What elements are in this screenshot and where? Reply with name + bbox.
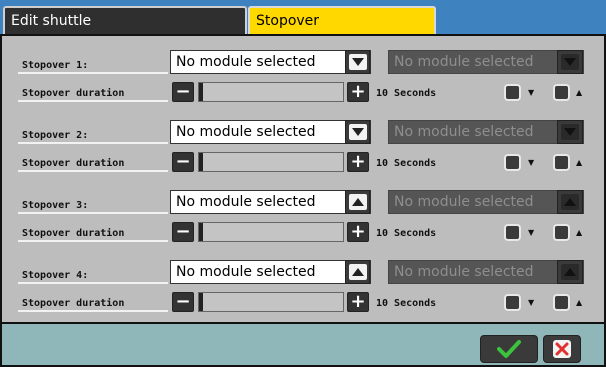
minus-button[interactable]: −	[172, 292, 194, 312]
cancel-button[interactable]	[543, 335, 581, 363]
ok-button[interactable]	[480, 335, 538, 363]
stopover-duration-label: Stopover duration	[18, 88, 168, 102]
module-select-secondary: No module selected	[388, 120, 584, 144]
chevron-down-icon	[557, 120, 583, 144]
plus-button[interactable]: +	[347, 82, 369, 102]
duration-slider[interactable]	[198, 292, 344, 312]
tab-stopover[interactable]: Stopover	[248, 6, 436, 34]
stopover-label: Stopover 4:	[18, 270, 168, 284]
close-icon	[553, 340, 571, 358]
arrow-down-icon: ▼	[528, 298, 535, 307]
checkbox-up[interactable]	[553, 294, 570, 311]
arrow-up-icon: ▲	[576, 88, 583, 97]
slider-thumb[interactable]	[199, 223, 203, 241]
plus-button[interactable]: +	[347, 292, 369, 312]
checkbox-down[interactable]	[504, 294, 521, 311]
checkbox-up[interactable]	[553, 154, 570, 171]
chevron-up-icon[interactable]	[345, 190, 370, 214]
checkbox-down[interactable]	[504, 154, 521, 171]
module-select-secondary: No module selected	[388, 260, 584, 284]
duration-value: 10 Seconds	[376, 88, 437, 99]
stopover-label: Stopover 2:	[18, 130, 168, 144]
plus-button[interactable]: +	[347, 152, 369, 172]
module-select[interactable]: No module selected	[170, 260, 371, 284]
chevron-up-icon	[557, 260, 583, 284]
checkbox-up[interactable]	[553, 84, 570, 101]
arrow-down-icon: ▼	[528, 88, 535, 97]
duration-value: 10 Seconds	[376, 158, 437, 169]
stopover-duration-label: Stopover duration	[18, 298, 168, 312]
checkmark-icon	[497, 340, 521, 358]
slider-thumb[interactable]	[199, 293, 203, 311]
duration-slider[interactable]	[198, 82, 344, 102]
duration-slider[interactable]	[198, 222, 344, 242]
duration-slider[interactable]	[198, 152, 344, 172]
chevron-down-icon[interactable]	[345, 50, 370, 74]
module-select[interactable]: No module selected	[170, 120, 371, 144]
checkbox-up[interactable]	[553, 224, 570, 241]
chevron-down-icon	[557, 50, 583, 74]
minus-button[interactable]: −	[172, 152, 194, 172]
slider-thumb[interactable]	[199, 153, 203, 171]
stopover-duration-label: Stopover duration	[18, 158, 168, 172]
stopover-duration-label: Stopover duration	[18, 228, 168, 242]
stopover-label: Stopover 1:	[18, 60, 168, 74]
tab-edit-shuttle[interactable]: Edit shuttle	[3, 6, 247, 34]
checkbox-down[interactable]	[504, 224, 521, 241]
duration-value: 10 Seconds	[376, 228, 437, 239]
arrow-up-icon: ▲	[576, 158, 583, 167]
minus-button[interactable]: −	[172, 222, 194, 242]
arrow-up-icon: ▲	[576, 228, 583, 237]
module-select-secondary: No module selected	[388, 190, 584, 214]
checkbox-down[interactable]	[504, 84, 521, 101]
module-select[interactable]: No module selected	[170, 50, 371, 74]
chevron-down-icon[interactable]	[345, 120, 370, 144]
module-select-secondary: No module selected	[388, 50, 584, 74]
chevron-up-icon	[557, 190, 583, 214]
tab-bar: Edit shuttle Stopover	[0, 0, 606, 34]
arrow-down-icon: ▼	[528, 158, 535, 167]
stopover-label: Stopover 3:	[18, 200, 168, 214]
plus-button[interactable]: +	[347, 222, 369, 242]
slider-thumb[interactable]	[199, 83, 203, 101]
module-select[interactable]: No module selected	[170, 190, 371, 214]
arrow-up-icon: ▲	[576, 298, 583, 307]
duration-value: 10 Seconds	[376, 298, 437, 309]
minus-button[interactable]: −	[172, 82, 194, 102]
chevron-up-icon[interactable]	[345, 260, 370, 284]
arrow-down-icon: ▼	[528, 228, 535, 237]
